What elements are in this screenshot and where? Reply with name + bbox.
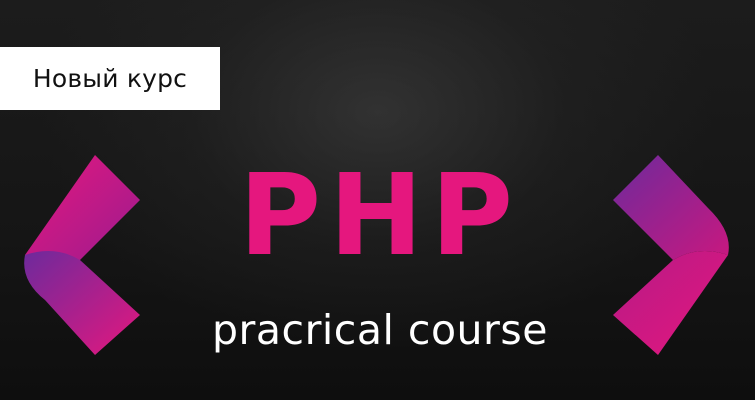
course-title: PHP: [239, 151, 521, 281]
left-angle-bracket-icon: [24, 155, 140, 355]
course-subtitle: pracrical course: [212, 306, 548, 354]
right-angle-bracket-icon: [613, 155, 729, 355]
course-banner: Новый курс PHP pracrical course: [0, 0, 755, 400]
new-course-badge: Новый курс: [0, 47, 220, 110]
new-course-badge-label: Новый курс: [32, 64, 188, 93]
